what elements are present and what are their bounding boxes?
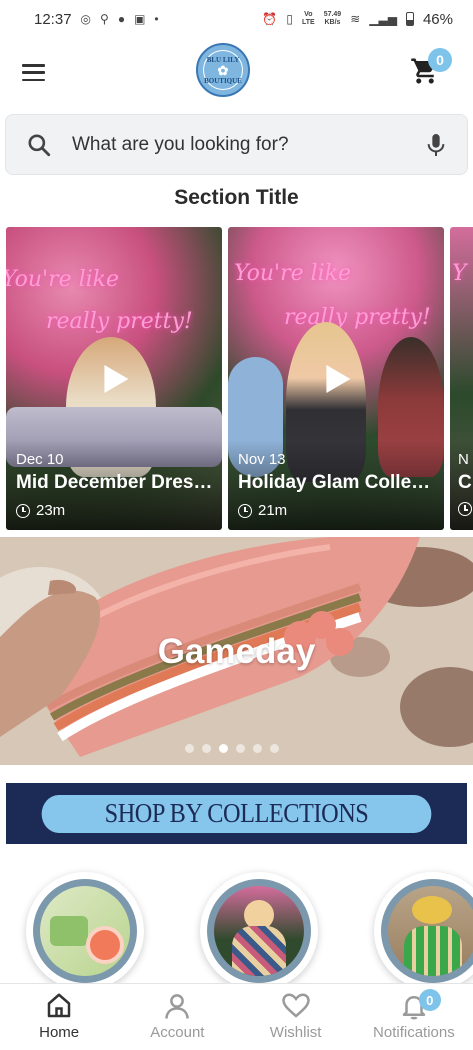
video-card[interactable]: Y N C (450, 227, 473, 530)
cart-count-badge: 0 (428, 48, 452, 72)
battery-icon (405, 12, 414, 26)
nav-home[interactable]: Home (0, 984, 118, 1050)
dress-shape (232, 926, 286, 976)
play-icon[interactable] (326, 365, 351, 393)
carousel-dot[interactable] (236, 744, 245, 753)
clock-icon (238, 503, 252, 518)
shop-by-collections-label: SHOP BY COLLECTIONS (41, 794, 432, 833)
volte-bottom: LTE (301, 19, 315, 26)
nav-notifications-label: Notifications (373, 1024, 455, 1041)
wifi-icon: ≋ (350, 12, 361, 26)
video-date: Nov 13 (238, 451, 286, 468)
nav-account-label: Account (150, 1024, 205, 1041)
video-duration-text: 23m (36, 502, 66, 519)
status-bar: 12:37 ◎ ⚲ ● ▣ • ⏰ ▯ Vo LTE 57.49 KB/s ≋ … (0, 0, 473, 38)
lily-icon: ✿ (217, 62, 229, 78)
neon-sign-line1: Y (452, 261, 467, 286)
microphone-icon[interactable] (425, 132, 447, 158)
network-speed: 57.49 KB/s (324, 11, 342, 27)
video-date: N (458, 451, 469, 468)
video-card[interactable]: You're like really pretty! Dec 10 Mid De… (6, 227, 222, 530)
network-speed-unit: KB/s (324, 19, 341, 26)
brand-logo[interactable]: BLU LILY ✿ BOUTIQUE (196, 43, 250, 97)
neon-sign-line1: You're like (6, 267, 120, 292)
grapefruit-shape (86, 926, 124, 964)
video-date: Dec 10 (16, 451, 64, 468)
video-duration-text: 21m (258, 502, 288, 519)
collection-image (214, 886, 304, 976)
video-title: Holiday Glam Collection (238, 472, 438, 493)
collection-circle[interactable] (374, 872, 473, 990)
carousel-dot[interactable] (253, 744, 262, 753)
video-title: Mid December Dresses (16, 472, 216, 493)
alarm-icon: ⏰ (262, 12, 278, 26)
more-notifications-icon: • (154, 12, 159, 26)
neon-sign-line1: You're like (234, 261, 352, 286)
menu-bar (22, 78, 45, 81)
carousel-dot-active[interactable] (219, 744, 228, 753)
section-title: Section Title (174, 186, 299, 209)
video-card[interactable]: You're like really pretty! Nov 13 Holida… (228, 227, 444, 530)
video-title: C (458, 472, 472, 493)
video-duration: 23m (16, 502, 65, 519)
shop-by-collections-banner[interactable]: SHOP BY COLLECTIONS (6, 783, 467, 844)
instagram-icon: ◎ (80, 12, 92, 26)
top-shape (404, 926, 462, 976)
message-icon: ● (117, 12, 126, 26)
carousel-dots (185, 744, 279, 753)
heart-icon (281, 993, 310, 1018)
menu-bar (22, 64, 45, 67)
collection-ring (381, 879, 473, 983)
collection-circle[interactable] (26, 872, 144, 990)
cart-button[interactable]: 0 (410, 48, 452, 88)
vibrate-icon: ▯ (286, 12, 293, 26)
collection-ring (207, 879, 311, 983)
search-bar[interactable] (5, 114, 468, 175)
menu-bar (22, 71, 45, 74)
nav-wishlist-label: Wishlist (269, 1024, 322, 1041)
account-icon (165, 994, 190, 1019)
collection-circle[interactable] (200, 872, 318, 990)
carousel-dot[interactable] (202, 744, 211, 753)
lock-icon: ▣ (134, 12, 146, 26)
location-icon: ⚲ (100, 12, 109, 26)
collection-ring (33, 879, 137, 983)
status-bar-right: ⏰ ▯ Vo LTE 57.49 KB/s ≋ ▁▃▅ 46% (262, 11, 453, 28)
jar-shape (50, 916, 88, 946)
battery-percent: 46% (422, 10, 453, 28)
volte-top: Vo (304, 11, 313, 18)
collection-image (388, 886, 473, 976)
neon-sign-line2: really pretty! (46, 309, 193, 334)
network-speed-value: 57.49 (323, 11, 342, 18)
neon-sign-line2: really pretty! (284, 305, 431, 330)
menu-icon[interactable] (22, 64, 45, 81)
clock-icon (16, 503, 30, 518)
nav-notifications[interactable]: 0 Notifications (355, 984, 473, 1050)
logo-inner: BLU LILY ✿ BOUTIQUE (203, 50, 243, 90)
video-duration: 21m (238, 502, 287, 519)
search-icon (28, 133, 51, 156)
clock-icon (458, 502, 472, 516)
video-carousel[interactable]: You're like really pretty! Dec 10 Mid De… (6, 227, 473, 531)
carousel-dot[interactable] (185, 744, 194, 753)
nav-account[interactable]: Account (118, 984, 236, 1050)
hat-shape (412, 896, 452, 924)
home-icon (47, 993, 71, 1018)
search-input[interactable] (72, 133, 425, 156)
notifications-count-badge: 0 (418, 989, 441, 1011)
play-icon[interactable] (104, 365, 129, 393)
carousel-dot[interactable] (270, 744, 279, 753)
status-bar-left: 12:37 ◎ ⚲ ● ▣ • (34, 11, 159, 28)
nav-home-label: Home (39, 1024, 80, 1041)
nav-wishlist[interactable]: Wishlist (237, 984, 355, 1050)
app-header: BLU LILY ✿ BOUTIQUE 0 (0, 38, 473, 108)
status-time: 12:37 (34, 10, 72, 28)
banner-title: Gameday (157, 632, 316, 671)
logo-text-bottom: BOUTIQUE (204, 76, 242, 85)
collection-image (40, 886, 130, 976)
volte-indicator: Vo LTE (302, 11, 315, 27)
bottom-navigation: Home Account Wishlist 0 Notifications (0, 983, 473, 1050)
video-duration (458, 502, 472, 516)
signal-icon: ▁▃▅ (369, 12, 397, 26)
